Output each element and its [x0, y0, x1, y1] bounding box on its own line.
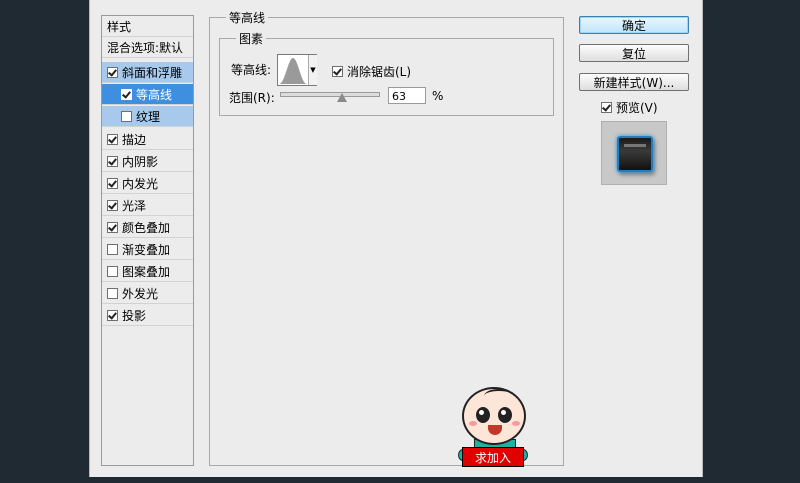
style-item-inner-glow[interactable]: 内发光 [102, 173, 193, 194]
style-item-label: 光泽 [122, 198, 147, 213]
anti-alias-option[interactable]: 消除锯齿(L) [332, 63, 411, 80]
contour-curve-icon [279, 58, 307, 84]
mascot-cheek-right [512, 421, 520, 426]
mascot-sticker: 求加入 [458, 385, 530, 467]
mascot-eye-right [498, 407, 512, 423]
range-label: 范围(R): [229, 91, 275, 105]
mascot-sign: 求加入 [462, 447, 524, 467]
style-item-contour[interactable]: 等高线 [102, 84, 193, 105]
preview-option[interactable]: 预览(V) [601, 99, 658, 116]
outer-glow-checkbox[interactable] [107, 287, 118, 299]
gradient-overlay-checkbox[interactable] [107, 243, 118, 255]
satin-checkbox[interactable] [107, 199, 118, 211]
range-input[interactable]: 63 [388, 87, 426, 104]
new-style-button[interactable]: 新建样式(W)... [579, 73, 689, 91]
preview-label: 预览(V) [616, 101, 658, 115]
mascot-hair [484, 389, 514, 403]
stroke-checkbox[interactable] [107, 133, 118, 145]
mascot-mouth [488, 425, 502, 435]
blend-options-label: 混合选项:默认 [107, 40, 184, 55]
layer-style-dialog: 样式 混合选项:默认 斜面和浮雕 等高线 纹理 描边 内阴影 内发光 光泽 颜色… [89, 0, 703, 477]
style-item-stroke[interactable]: 描边 [102, 129, 193, 150]
inner-glow-checkbox[interactable] [107, 177, 118, 189]
style-item-label: 描边 [122, 132, 147, 147]
style-list-header-label: 样式 [107, 19, 132, 34]
preview-swatch [617, 136, 653, 172]
style-item-satin[interactable]: 光泽 [102, 195, 193, 216]
color-overlay-checkbox[interactable] [107, 221, 118, 233]
style-item-label: 斜面和浮雕 [122, 65, 183, 80]
contour-picker[interactable]: ▼ [277, 54, 317, 86]
style-item-label: 纹理 [136, 109, 161, 124]
style-item-label: 外发光 [122, 286, 159, 301]
bevel-emboss-checkbox[interactable] [107, 66, 118, 78]
range-slider[interactable] [280, 92, 380, 97]
style-item-bevel-emboss[interactable]: 斜面和浮雕 [102, 62, 193, 83]
style-item-label: 投影 [122, 308, 147, 323]
style-list-header[interactable]: 样式 [102, 16, 193, 37]
style-item-outer-glow[interactable]: 外发光 [102, 283, 193, 304]
style-item-drop-shadow[interactable]: 投影 [102, 305, 193, 326]
anti-alias-checkbox[interactable] [332, 66, 343, 77]
style-item-label: 颜色叠加 [122, 220, 171, 235]
mascot-cheek-left [469, 421, 477, 426]
style-item-label: 渐变叠加 [122, 242, 171, 257]
pattern-overlay-checkbox[interactable] [107, 265, 118, 277]
blend-options-item[interactable]: 混合选项:默认 [102, 37, 193, 58]
drop-shadow-checkbox[interactable] [107, 309, 118, 321]
inner-shadow-checkbox[interactable] [107, 155, 118, 167]
chevron-down-icon[interactable]: ▼ [308, 55, 317, 85]
panel-title: 等高线 [226, 9, 269, 26]
contour-checkbox[interactable] [121, 88, 132, 100]
style-item-pattern-overlay[interactable]: 图案叠加 [102, 261, 193, 282]
style-list: 样式 混合选项:默认 斜面和浮雕 等高线 纹理 描边 内阴影 内发光 光泽 颜色… [101, 15, 194, 466]
preview-checkbox[interactable] [601, 102, 612, 113]
anti-alias-label: 消除锯齿(L) [347, 65, 412, 79]
style-item-inner-shadow[interactable]: 内阴影 [102, 151, 193, 172]
style-item-gradient-overlay[interactable]: 渐变叠加 [102, 239, 193, 260]
group-title: 图素 [236, 30, 267, 47]
texture-checkbox[interactable] [121, 110, 132, 122]
style-item-texture[interactable]: 纹理 [102, 106, 193, 127]
ok-button[interactable]: 确定 [579, 16, 689, 34]
reset-button[interactable]: 复位 [579, 44, 689, 62]
style-item-label: 内阴影 [122, 154, 159, 169]
mascot-eye-left [476, 407, 490, 423]
range-slider-thumb[interactable] [337, 93, 347, 102]
contour-label: 等高线: [231, 63, 272, 77]
style-item-color-overlay[interactable]: 颜色叠加 [102, 217, 193, 238]
style-preview [601, 121, 667, 185]
style-item-label: 图案叠加 [122, 264, 171, 279]
range-unit: % [432, 89, 444, 103]
style-item-label: 内发光 [122, 176, 159, 191]
style-item-label: 等高线 [136, 87, 173, 102]
mascot-face [462, 387, 526, 445]
